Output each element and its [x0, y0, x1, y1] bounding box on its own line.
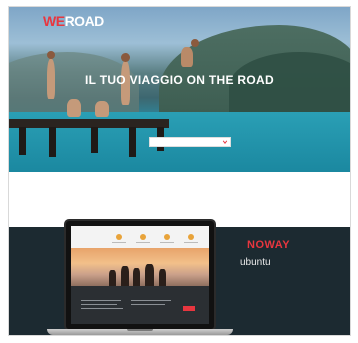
person-head [47, 51, 55, 59]
pier-post [49, 127, 56, 157]
mini-feature-icon [159, 234, 175, 244]
destination-search-input[interactable] [149, 137, 231, 147]
mini-text-line [81, 308, 123, 309]
silhouette [133, 268, 140, 286]
website-screenshot: WEROAD IL TUO VIAGGIO ON THE ROAD NOWAY … [8, 6, 351, 336]
person-sitting [67, 99, 81, 117]
promo-os-label: ubuntu [240, 257, 271, 268]
mini-feature-icon [183, 234, 199, 244]
person-jumping [181, 47, 193, 67]
mini-text-line [81, 300, 121, 301]
mini-site-header [71, 226, 209, 248]
mini-cta-button [183, 306, 195, 311]
mini-text-line [131, 300, 171, 301]
wooden-pier [9, 119, 169, 128]
chevron-down-icon [222, 140, 228, 144]
weroad-logo[interactable]: WEROAD [43, 13, 104, 29]
silhouette [159, 269, 166, 286]
mini-feature-icon [111, 234, 127, 244]
laptop-screen-content [71, 226, 209, 324]
promo-brand: NOWAY [247, 239, 291, 251]
silhouette [145, 264, 154, 286]
laptop-mockup [64, 219, 216, 331]
person-sitting [95, 101, 109, 117]
mini-dark-section [71, 286, 209, 324]
pier-post [91, 127, 98, 153]
hero-section: WEROAD IL TUO VIAGGIO ON THE ROAD [9, 7, 350, 172]
person-head [191, 39, 199, 47]
person-head [121, 53, 130, 62]
pier-post [129, 127, 136, 157]
mini-feature-icon [135, 234, 151, 244]
silhouette [121, 266, 129, 286]
page: WEROAD IL TUO VIAGGIO ON THE ROAD NOWAY … [0, 0, 358, 343]
laptop-notch [127, 329, 153, 331]
silhouette [109, 270, 116, 286]
mini-hero-photo [71, 248, 209, 286]
mini-text-line [81, 304, 117, 305]
pier-post [19, 127, 26, 155]
mini-text-line [131, 304, 165, 305]
hero-title: IL TUO VIAGGIO ON THE ROAD [85, 73, 274, 87]
